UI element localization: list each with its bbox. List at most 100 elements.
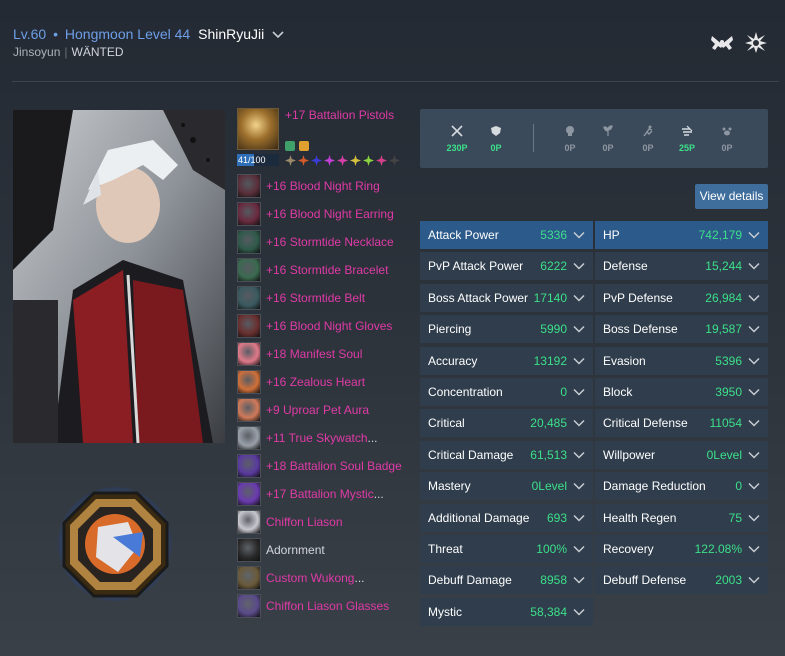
stat-row[interactable]: Concentration 0 [420,378,593,406]
stat-row[interactable]: Defense 15,244 [595,252,768,281]
clan-name[interactable]: WÄNTED [72,45,124,59]
chevron-down-icon[interactable] [573,514,585,522]
chevron-down-icon[interactable] [272,30,284,40]
equipment-icon[interactable] [237,538,261,562]
weapon-name[interactable]: +17 Battalion Pistols [285,108,394,122]
stat-row[interactable]: Damage Reduction 0 [595,472,768,501]
character-name[interactable]: ShinRyuJii [198,26,264,42]
training-point[interactable]: 25P [667,125,707,153]
equipment-item[interactable]: +11 True Skywatch... [237,424,417,452]
gem-icon[interactable] [311,155,322,166]
chevron-down-icon[interactable] [748,419,760,427]
equipment-name[interactable]: Chiffon Liason Glasses [266,599,389,613]
chevron-down-icon[interactable] [573,388,585,396]
gem-icon[interactable] [298,155,309,166]
equipment-item[interactable]: +16 Stormtide Belt [237,284,417,312]
chevron-down-icon[interactable] [748,545,760,553]
chevron-down-icon[interactable] [748,325,760,333]
chevron-down-icon[interactable] [748,388,760,396]
equipment-icon[interactable] [237,454,261,478]
training-point[interactable]: 0P [628,125,668,153]
stat-row[interactable]: Debuff Defense 2003 [595,566,768,595]
chevron-down-icon[interactable] [573,325,585,333]
equipment-name[interactable]: +11 True Skywatch... [266,431,378,445]
equipment-icon[interactable] [237,370,261,394]
equipment-name[interactable]: +16 Stormtide Necklace [266,235,394,249]
stat-row[interactable]: Boss Attack Power 17140 [420,283,593,312]
chevron-down-icon[interactable] [573,576,585,584]
soul-badge-emblem[interactable] [58,487,173,602]
stat-row[interactable]: Willpower 0Level [595,440,768,469]
stat-row[interactable]: Health Regen 75 [595,503,768,532]
equipment-icon[interactable] [237,482,261,506]
equipment-name[interactable]: +16 Blood Night Gloves [266,319,392,333]
training-point[interactable]: 0P [476,125,516,153]
weapon-slot[interactable]: +17 Battalion Pistols 41/100 [237,108,417,172]
chevron-down-icon[interactable] [748,294,760,302]
training-point[interactable]: 0P [550,125,590,153]
equipment-icon[interactable] [237,174,261,198]
equipment-icon[interactable] [237,566,261,590]
training-point[interactable]: 0P [588,125,628,153]
equipment-name[interactable]: +16 Blood Night Ring [266,179,380,193]
stat-row[interactable]: PvP Defense 26,984 [595,283,768,312]
equipment-item[interactable]: Chiffon Liason [237,508,417,536]
gem-icon[interactable] [363,155,374,166]
equipment-item[interactable]: Adornment [237,536,417,564]
equipment-item[interactable]: +16 Zealous Heart [237,368,417,396]
equipment-item[interactable]: Custom Wukong... [237,564,417,592]
equipment-item[interactable]: +18 Manifest Soul [237,340,417,368]
chevron-down-icon[interactable] [748,231,760,239]
equipment-icon[interactable] [237,286,261,310]
stat-row[interactable]: Critical Damage 61,513 [420,440,593,469]
equipment-name[interactable]: +16 Stormtide Bracelet [266,263,388,277]
training-point[interactable]: 0P [707,125,747,153]
stat-row[interactable]: Boss Defense 19,587 [595,315,768,344]
training-point[interactable]: 230P [437,125,477,153]
chevron-down-icon[interactable] [573,482,585,490]
equipment-icon[interactable] [237,510,261,534]
equipment-icon[interactable] [237,426,261,450]
chevron-down-icon[interactable] [573,262,585,270]
equipment-icon[interactable] [237,342,261,366]
gem-icon[interactable] [337,155,348,166]
stat-row[interactable]: Mastery 0Level [420,472,593,501]
chevron-down-icon[interactable] [573,608,585,616]
chevron-down-icon[interactable] [573,545,585,553]
chevron-down-icon[interactable] [573,419,585,427]
equipment-item[interactable]: +16 Stormtide Necklace [237,228,417,256]
equipment-name[interactable]: +18 Manifest Soul [266,347,362,361]
equipment-icon[interactable] [237,398,261,422]
stat-row[interactable]: Critical Defense 11054 [595,409,768,438]
stat-row[interactable]: Attack Power 5336 [420,221,593,249]
equipment-item[interactable]: +16 Stormtide Bracelet [237,256,417,284]
equipment-name[interactable]: Chiffon Liason [266,515,343,529]
chevron-down-icon[interactable] [748,262,760,270]
stat-row[interactable]: Evasion 5396 [595,346,768,375]
equipment-icon[interactable] [237,202,261,226]
stat-row[interactable]: Mystic 58,384 [420,597,593,626]
chevron-down-icon[interactable] [573,451,585,459]
view-details-button[interactable]: View details [695,184,768,209]
equipment-name[interactable]: Custom Wukong... [266,571,365,585]
equipment-item[interactable]: +9 Uproar Pet Aura [237,396,417,424]
chevron-down-icon[interactable] [748,482,760,490]
stat-row[interactable]: Additional Damage 693 [420,503,593,532]
stat-row[interactable]: PvP Attack Power 6222 [420,252,593,281]
equipment-icon[interactable] [237,258,261,282]
stat-row[interactable]: Threat 100% [420,535,593,563]
equipment-name[interactable]: +16 Zealous Heart [266,375,365,389]
stat-row[interactable]: Block 3950 [595,378,768,406]
stat-row[interactable]: HP 742,179 [595,221,768,249]
chevron-down-icon[interactable] [573,294,585,302]
equipment-name[interactable]: +17 Battalion Mystic... [266,487,384,501]
equipment-name[interactable]: +16 Blood Night Earring [266,207,394,221]
stat-row[interactable]: Critical 20,485 [420,409,593,438]
chevron-down-icon[interactable] [748,514,760,522]
weapon-icon[interactable] [237,108,279,150]
equipment-name[interactable]: +9 Uproar Pet Aura [266,403,369,417]
equipment-name[interactable]: +16 Stormtide Belt [266,291,365,305]
equipment-icon[interactable] [237,314,261,338]
equipment-icon[interactable] [237,230,261,254]
chevron-down-icon[interactable] [748,357,760,365]
